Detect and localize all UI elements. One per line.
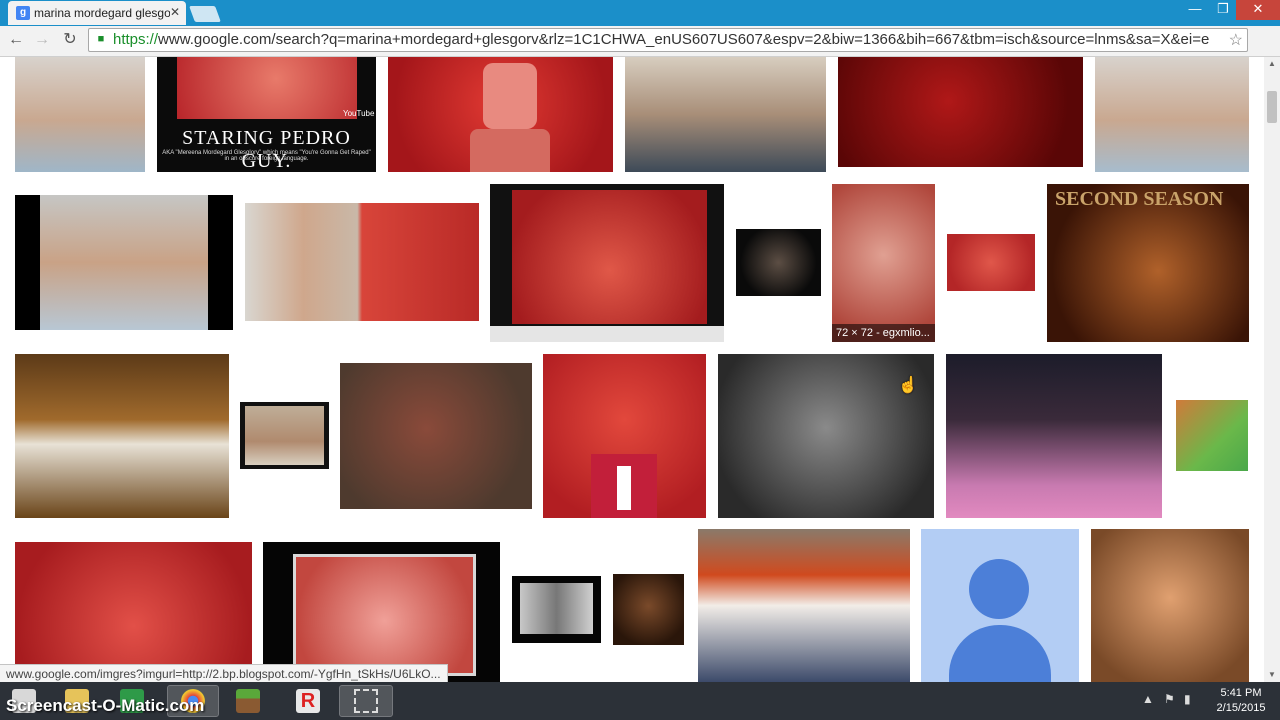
close-window-button[interactable]: ✕ (1236, 0, 1280, 20)
image-results-grid: YouTube STARING PEDRO GUY. AKA "Mereena … (0, 57, 1264, 682)
poster-title: SECOND SEASON (1055, 188, 1224, 210)
recorder-frame-icon (354, 689, 378, 713)
windows-taskbar: R Screencast-O-Matic.com ▲ ⚑ ▮ 5:41 PM 2… (0, 682, 1280, 720)
url-scheme: https:// (113, 31, 159, 48)
scrollbar-thumb[interactable] (1267, 91, 1277, 123)
reload-icon[interactable]: ↻ (60, 30, 80, 50)
image-result[interactable] (1095, 57, 1249, 172)
image-result[interactable] (15, 542, 252, 682)
taskbar-clock[interactable]: 5:41 PM 2/15/2015 (1206, 686, 1276, 716)
image-result[interactable] (490, 184, 724, 342)
window-titlebar: g marina mordegard glesgo ✕ — ❐ ✕ (0, 0, 1280, 26)
image-result[interactable] (245, 203, 479, 321)
image-result[interactable] (543, 354, 706, 518)
image-result[interactable] (240, 402, 329, 469)
network-icon[interactable]: ▮ (1184, 692, 1191, 706)
image-result[interactable] (15, 195, 233, 330)
image-result[interactable] (1091, 529, 1249, 682)
image-result[interactable]: YouTube STARING PEDRO GUY. AKA "Mereena … (157, 57, 376, 172)
image-result[interactable] (15, 57, 145, 172)
maximize-button[interactable]: ❐ (1208, 0, 1238, 20)
browser-toolbar: ← → ↻ ■ https://www.google.com/search?q=… (0, 26, 1280, 74)
show-hidden-icons-icon[interactable]: ▲ (1142, 692, 1154, 706)
taskbar-screen-recorder[interactable] (339, 685, 393, 717)
image-result[interactable] (1176, 400, 1248, 471)
browser-tab[interactable]: g marina mordegard glesgo ✕ (8, 1, 186, 25)
image-result[interactable] (512, 576, 601, 643)
image-result[interactable] (263, 542, 500, 682)
url-path: www.google.com/search?q=marina+mordegard… (158, 31, 1210, 48)
new-tab-button[interactable] (189, 6, 221, 22)
image-result[interactable] (340, 363, 532, 509)
google-favicon-icon: g (16, 6, 30, 20)
image-result[interactable] (388, 57, 613, 172)
clock-date: 2/15/2015 (1216, 702, 1266, 714)
grass-block-icon (236, 689, 260, 713)
image-result[interactable] (946, 354, 1162, 518)
image-result[interactable] (838, 57, 1083, 167)
tab-close-icon[interactable]: ✕ (170, 5, 180, 19)
address-bar[interactable]: ■ https://www.google.com/search?q=marina… (88, 28, 1248, 52)
address-url[interactable]: https://www.google.com/search?q=marina+m… (113, 31, 1223, 48)
status-bar-url: www.google.com/imgres?imgurl=http://2.bp… (0, 664, 448, 684)
taskbar-roblox[interactable]: R (288, 686, 328, 716)
scroll-up-arrow-icon[interactable]: ▲ (1264, 57, 1280, 71)
screencast-watermark: Screencast-O-Matic.com (6, 696, 205, 715)
clock-time: 5:41 PM (1220, 687, 1262, 699)
taskbar-minecraft[interactable] (228, 686, 268, 716)
image-result[interactable] (15, 354, 229, 518)
image-result[interactable] (613, 574, 684, 645)
image-result[interactable] (736, 229, 821, 296)
forward-arrow-icon[interactable]: → (32, 30, 52, 50)
image-result[interactable] (947, 234, 1035, 291)
hand-cursor-icon: ☝ (898, 377, 918, 394)
roblox-icon: R (296, 689, 320, 713)
back-arrow-icon[interactable]: ← (6, 30, 26, 50)
staring-pedro-caption: AKA "Mereena Mordegard Glesglorv" which … (162, 150, 371, 162)
image-result[interactable] (625, 57, 826, 172)
image-hover-caption: 72 × 72 - egxmlio... (832, 324, 935, 342)
bookmark-star-icon[interactable]: ☆ (1229, 30, 1243, 50)
tab-title: marina mordegard glesgo (34, 6, 170, 20)
image-result[interactable] (921, 529, 1079, 682)
action-center-flag-icon[interactable]: ⚑ (1164, 692, 1175, 706)
image-result[interactable] (698, 529, 910, 682)
minimize-button[interactable]: — (1180, 0, 1210, 20)
person-avatar-icon (969, 559, 1029, 619)
scroll-down-arrow-icon[interactable]: ▼ (1264, 668, 1280, 682)
page-scrollbar[interactable]: ▲ ▼ (1264, 57, 1280, 682)
image-result[interactable]: 72 × 72 - egxmlio... (832, 184, 935, 342)
image-result[interactable]: SECOND SEASON (1047, 184, 1249, 342)
lock-icon: ■ (97, 33, 105, 45)
youtube-watermark: YouTube (343, 109, 375, 118)
